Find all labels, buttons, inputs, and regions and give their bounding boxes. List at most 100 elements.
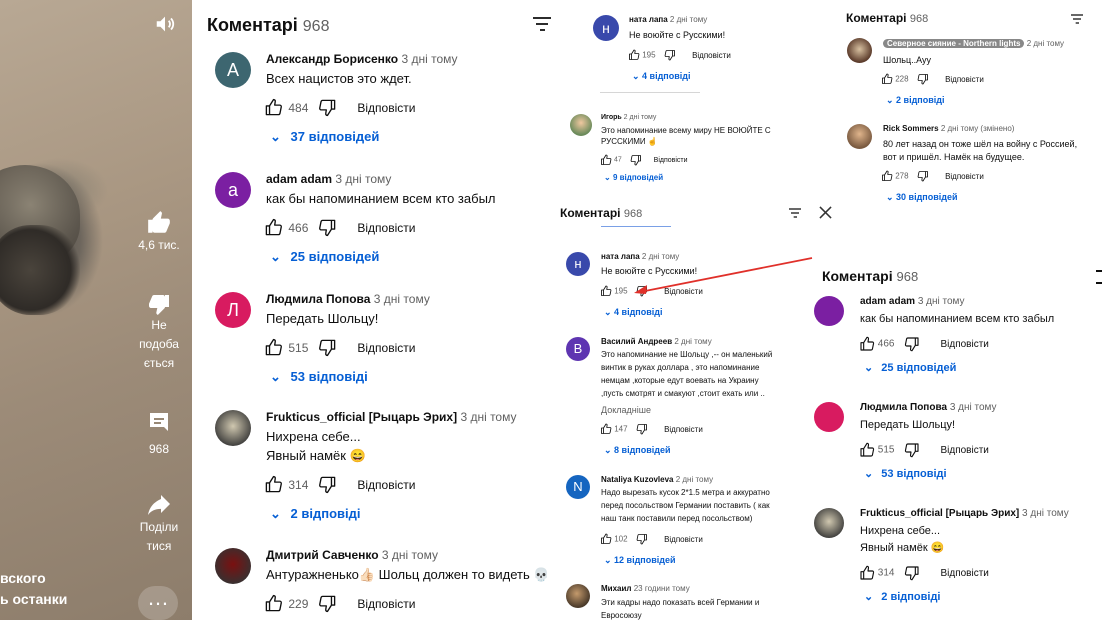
more-options-button[interactable]: … xyxy=(138,586,178,620)
sort-icon[interactable] xyxy=(788,206,802,224)
like-icon[interactable] xyxy=(859,336,875,351)
like-count: 229 xyxy=(288,596,309,611)
dislike-icon[interactable] xyxy=(636,534,648,545)
like-icon[interactable] xyxy=(600,533,612,544)
comment-author: Rick Sommers 2 дні тому (змінено) xyxy=(883,124,1015,133)
dislike-icon[interactable] xyxy=(904,337,920,352)
comment-actions: 314 Відповісти xyxy=(859,565,989,581)
reply-button[interactable]: Відповісти xyxy=(945,75,984,84)
close-icon[interactable] xyxy=(819,206,832,224)
dislike-icon[interactable] xyxy=(904,566,920,581)
like-icon[interactable] xyxy=(264,338,283,356)
comment-author: ната лапа 2 дні тому xyxy=(629,15,708,24)
reply-button[interactable]: Відповісти xyxy=(357,101,415,115)
replies-toggle[interactable]: ⌄ 2 відповіді xyxy=(864,590,940,603)
replies-toggle[interactable]: ⌄ 9 відповідей xyxy=(604,173,663,182)
reply-button[interactable]: Відповісти xyxy=(940,445,988,456)
like-count: 228 xyxy=(895,74,909,84)
like-icon[interactable] xyxy=(600,423,612,434)
like-count: 47 xyxy=(613,156,622,164)
replies-toggle[interactable]: ⌄ 37 відповідей xyxy=(270,129,379,145)
video-player[interactable]: 4,6 тис. Не подоба ється 968 Поділи тися… xyxy=(0,0,192,620)
replies-toggle[interactable]: ⌄ 12 відповідей xyxy=(604,555,676,566)
like-icon[interactable] xyxy=(859,442,875,457)
avatar: н xyxy=(593,15,619,41)
volume-icon[interactable] xyxy=(154,13,176,40)
avatar xyxy=(847,124,872,149)
comment-author: Frukticus_official [Рыцарь Эрих] 3 дні т… xyxy=(266,410,517,424)
like-button[interactable]: 4,6 тис. xyxy=(129,210,189,255)
comment-author: Александр Борисенко 3 дні тому xyxy=(266,52,458,66)
read-more-link[interactable]: Докладніше xyxy=(601,404,651,416)
replies-toggle[interactable]: ⌄ 2 відповіді xyxy=(886,95,944,106)
like-icon[interactable] xyxy=(600,154,612,165)
avatar[interactable] xyxy=(814,402,844,432)
like-icon[interactable] xyxy=(859,565,875,580)
comment-actions: 102 Відповісти xyxy=(600,533,703,545)
replies-toggle[interactable]: ⌄ 4 відповіді xyxy=(632,71,690,82)
reply-button[interactable]: Відповісти xyxy=(357,341,415,355)
dislike-icon[interactable] xyxy=(904,443,920,458)
annotation-arrow xyxy=(634,257,813,294)
comment-actions: 229 Відповісти xyxy=(264,594,415,613)
comment-text: Передать Шольцу! xyxy=(266,311,379,326)
dislike-icon[interactable] xyxy=(318,476,337,494)
avatar[interactable] xyxy=(814,296,844,326)
reply-button[interactable]: Відповісти xyxy=(664,425,703,434)
replies-toggle[interactable]: ⌄ 53 відповіді xyxy=(864,467,947,480)
sort-icon[interactable] xyxy=(1096,270,1102,284)
dislike-icon[interactable] xyxy=(318,219,337,237)
dislike-button[interactable]: Не подоба ється xyxy=(129,292,189,373)
comment-actions: 515 Відповісти xyxy=(859,442,989,458)
comment-text: Нихрена себе... xyxy=(266,429,361,444)
reply-button[interactable]: Відповісти xyxy=(654,157,688,164)
like-icon[interactable] xyxy=(264,475,283,493)
avatar[interactable] xyxy=(215,548,251,584)
replies-toggle[interactable]: ⌄ 53 відповіді xyxy=(270,369,368,385)
sort-icon[interactable] xyxy=(1070,12,1084,30)
dislike-icon[interactable] xyxy=(664,50,676,61)
like-icon[interactable] xyxy=(628,49,640,60)
like-icon[interactable] xyxy=(600,285,612,296)
like-icon[interactable] xyxy=(264,594,283,612)
dislike-icon[interactable] xyxy=(318,99,337,117)
dislike-icon[interactable] xyxy=(318,595,337,613)
comment-text-line: Это напоминание не Шольцу ,-- он маленьк… xyxy=(601,350,773,359)
reply-button[interactable]: Відповісти xyxy=(692,51,731,60)
dislike-icon[interactable] xyxy=(318,339,337,357)
reply-button[interactable]: Відповісти xyxy=(940,339,988,350)
dislike-icon[interactable] xyxy=(917,171,929,182)
avatar[interactable]: Л xyxy=(215,292,251,328)
screenshot-right-bottom: Коментарі 968 adam adam 3 дні тому как бы… xyxy=(814,262,1102,620)
replies-toggle[interactable]: ⌄ 2 відповіді xyxy=(270,506,360,522)
avatar[interactable]: А xyxy=(215,52,251,88)
like-icon[interactable] xyxy=(264,218,283,236)
like-icon[interactable] xyxy=(881,73,893,84)
share-button[interactable]: Поділи тися xyxy=(129,494,189,556)
reply-button[interactable]: Відповісти xyxy=(357,221,415,235)
comments-button[interactable]: 968 xyxy=(129,410,189,459)
replies-toggle[interactable]: ⌄ 25 відповідей xyxy=(270,249,379,265)
comment-text: Всех нацистов это ждет. xyxy=(266,71,412,86)
dislike-icon[interactable] xyxy=(917,74,929,85)
sort-icon[interactable] xyxy=(532,15,552,38)
dislike-icon[interactable] xyxy=(636,424,648,435)
reply-button[interactable]: Відповісти xyxy=(357,478,415,492)
replies-toggle[interactable]: ⌄ 25 відповідей xyxy=(864,361,956,374)
avatar[interactable] xyxy=(814,508,844,538)
like-icon[interactable] xyxy=(264,98,283,116)
avatar[interactable] xyxy=(215,410,251,446)
comment-text-line: винтик в руках доллара , это напоминание xyxy=(601,363,760,372)
reply-button[interactable]: Відповісти xyxy=(945,172,984,181)
replies-toggle[interactable]: ⌄ 30 відповідей xyxy=(886,192,958,203)
replies-toggle[interactable]: ⌄ 8 відповідей xyxy=(604,445,671,456)
dislike-icon[interactable] xyxy=(630,155,642,166)
reply-button[interactable]: Відповісти xyxy=(940,568,988,579)
like-icon[interactable] xyxy=(881,170,893,181)
comment-text: Антуражненько👍🏻 Шольц должен то видеть 💀 xyxy=(266,567,550,582)
reply-button[interactable]: Відповісти xyxy=(664,535,703,544)
avatar[interactable]: a xyxy=(215,172,251,208)
replies-toggle[interactable]: ⌄ 4 відповіді xyxy=(604,307,662,318)
comment-author: adam adam 3 дні тому xyxy=(860,296,965,307)
reply-button[interactable]: Відповісти xyxy=(357,597,415,611)
